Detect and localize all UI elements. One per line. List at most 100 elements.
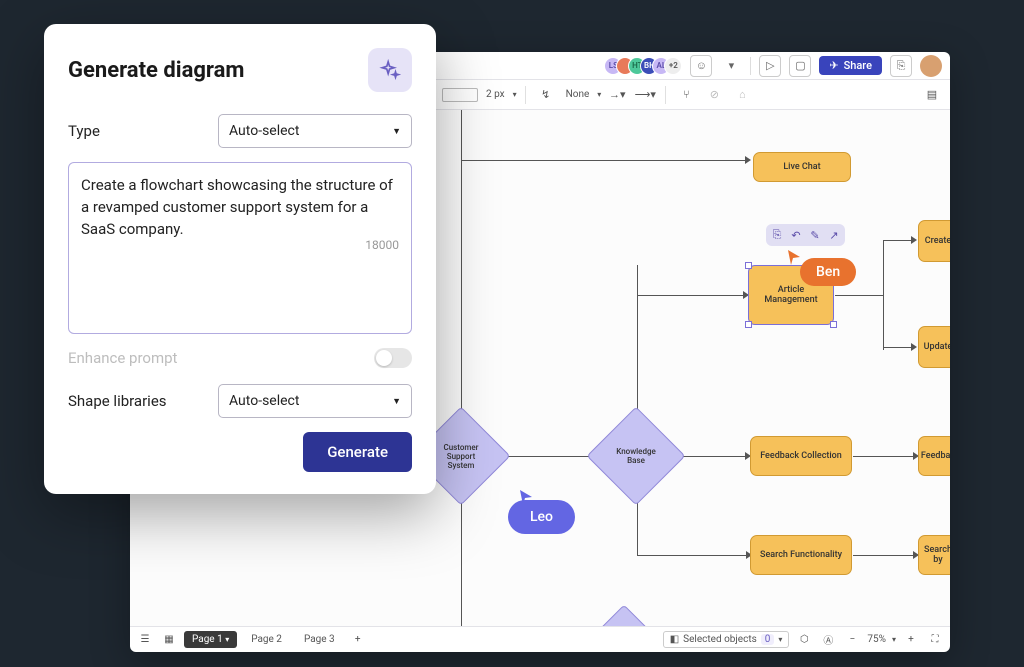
selection-mini-toolbar[interactable]: ⎘ ↶ ✎ ↗ (766, 224, 845, 246)
delete-icon[interactable]: ↗ (826, 227, 842, 243)
connector-icon[interactable]: ↯ (534, 83, 558, 107)
node-label: Search Functionality (760, 550, 842, 560)
node-label: Feedback Collection (760, 451, 842, 461)
arrow-icon (911, 236, 917, 244)
share-button[interactable]: ✈ Share (819, 56, 882, 75)
page-tab-1[interactable]: Page 1 ▾ (184, 631, 237, 648)
zoom-in-button[interactable]: + (902, 631, 920, 649)
connector[interactable] (883, 347, 913, 348)
node-live-chat[interactable]: Live Chat (753, 152, 851, 182)
connector[interactable] (883, 240, 884, 350)
selection-handle[interactable] (830, 321, 837, 328)
connector[interactable] (853, 456, 915, 457)
chevron-down-icon[interactable]: ▾ (513, 90, 517, 99)
layers-icon[interactable]: ▤ (920, 83, 944, 107)
sparkle-icon (379, 59, 401, 81)
node-label: Live Chat (783, 162, 820, 172)
page-tab-3[interactable]: Page 3 (296, 631, 343, 648)
undo-icon[interactable]: ↶ (788, 227, 804, 243)
grid-view-icon[interactable]: ▦ (160, 631, 178, 649)
shape-libraries-select[interactable]: Auto-select ▼ (218, 384, 412, 418)
node-label: Support Agents (589, 619, 659, 626)
cursor-name: Leo (530, 509, 553, 525)
type-label: Type (68, 122, 218, 140)
connector[interactable] (853, 555, 915, 556)
node-feedback-collection[interactable]: Feedback Collection (750, 436, 852, 476)
connector[interactable] (835, 295, 883, 296)
arrow-right-icon[interactable]: →▾ (605, 83, 629, 107)
link-icon[interactable]: ⎘ (890, 55, 912, 77)
selected-objects-indicator[interactable]: ◧ Selected objects 0 ▾ (663, 631, 790, 648)
chevron-down-icon[interactable]: ▾ (892, 635, 896, 644)
node-update[interactable]: Update (918, 326, 950, 368)
line-cap-select[interactable]: None (562, 89, 594, 100)
chevron-down-icon[interactable]: ▾ (597, 90, 601, 99)
node-label: Feedbac (921, 451, 950, 461)
page-tab-label: Page 1 (192, 634, 223, 645)
share-button-label: Share (844, 59, 872, 72)
connector[interactable] (461, 110, 462, 160)
selected-objects-count: 0 (761, 634, 775, 645)
enhance-prompt-toggle[interactable] (374, 348, 412, 368)
present-icon[interactable]: ▷ (759, 55, 781, 77)
zoom-controls: − 75% ▾ + ⛶ (843, 631, 944, 649)
caret-down-icon: ▼ (392, 126, 401, 137)
prompt-text: Create a flowchart showcasing the struct… (81, 176, 393, 238)
node-label: Update (924, 342, 950, 352)
separator (525, 86, 526, 104)
type-select-value: Auto-select (229, 123, 299, 139)
node-search-functionality[interactable]: Search Functionality (750, 535, 852, 575)
shape-libraries-label: Shape libraries (68, 392, 218, 410)
node-feedback-2[interactable]: Feedbac (918, 436, 950, 476)
caret-down-icon: ▼ (392, 396, 401, 407)
video-icon[interactable]: ▢ (789, 55, 811, 77)
node-create[interactable]: Create (918, 220, 950, 262)
line-style-select[interactable] (442, 88, 478, 102)
node-knowledge-base[interactable]: Knowledge Base (601, 421, 671, 491)
cursor-label-leo: Leo (508, 500, 575, 534)
connector[interactable] (637, 295, 745, 296)
connector[interactable] (637, 555, 748, 556)
enhance-prompt-label: Enhance prompt (68, 349, 177, 367)
node-search-by[interactable]: Search by (918, 535, 950, 575)
sparkle-button[interactable] (368, 48, 412, 92)
add-page-icon[interactable]: + (349, 631, 367, 649)
emoji-reaction-icon[interactable]: ☺ (690, 55, 712, 77)
copy-icon[interactable]: ⎘ (769, 227, 785, 243)
lock-icon[interactable]: ⌂ (730, 83, 754, 107)
zoom-level[interactable]: 75% (867, 634, 886, 645)
profile-avatar[interactable] (920, 55, 942, 77)
footer-bar: ☰ ▦ Page 1 ▾ Page 2 Page 3 + ◧ Selected … (130, 626, 950, 652)
arrow-end-icon[interactable]: ⟶▾ (633, 83, 657, 107)
branch-icon[interactable]: ⑂ (674, 83, 698, 107)
zoom-out-button[interactable]: − (843, 631, 861, 649)
node-label: Article Management (764, 285, 817, 305)
arrow-icon (911, 343, 917, 351)
generate-button[interactable]: Generate (303, 432, 412, 472)
edit-icon[interactable]: ✎ (807, 227, 823, 243)
connector[interactable] (675, 456, 747, 457)
avatar-stack[interactable]: LS HT BH AL +2 (610, 57, 682, 75)
node-support-agents[interactable]: Support Agents (589, 619, 659, 626)
chevron-down-icon[interactable]: ▾ (720, 55, 742, 77)
selection-handle[interactable] (745, 262, 752, 269)
connector[interactable] (461, 160, 747, 161)
avatar-overflow[interactable]: +2 (664, 57, 682, 75)
cursor-name: Ben (816, 264, 840, 280)
stroke-width[interactable]: 2 px (482, 89, 509, 100)
cube-icon[interactable]: ⬡ (795, 631, 813, 649)
page-tab-2[interactable]: Page 2 (243, 631, 290, 648)
fullscreen-icon[interactable]: ⛶ (926, 631, 944, 649)
node-customer-support-system[interactable]: Customer Support System (426, 421, 496, 491)
connector[interactable] (637, 265, 638, 425)
connector[interactable] (461, 490, 462, 626)
toggle-knob (376, 350, 392, 366)
selection-handle[interactable] (745, 321, 752, 328)
type-select[interactable]: Auto-select ▼ (218, 114, 412, 148)
lock-open-icon[interactable]: ⊘ (702, 83, 726, 107)
accessibility-icon[interactable]: Ⓐ (819, 631, 837, 649)
divider (750, 57, 751, 75)
connector[interactable] (883, 240, 913, 241)
prompt-textarea[interactable]: Create a flowchart showcasing the struct… (68, 162, 412, 334)
list-view-icon[interactable]: ☰ (136, 631, 154, 649)
